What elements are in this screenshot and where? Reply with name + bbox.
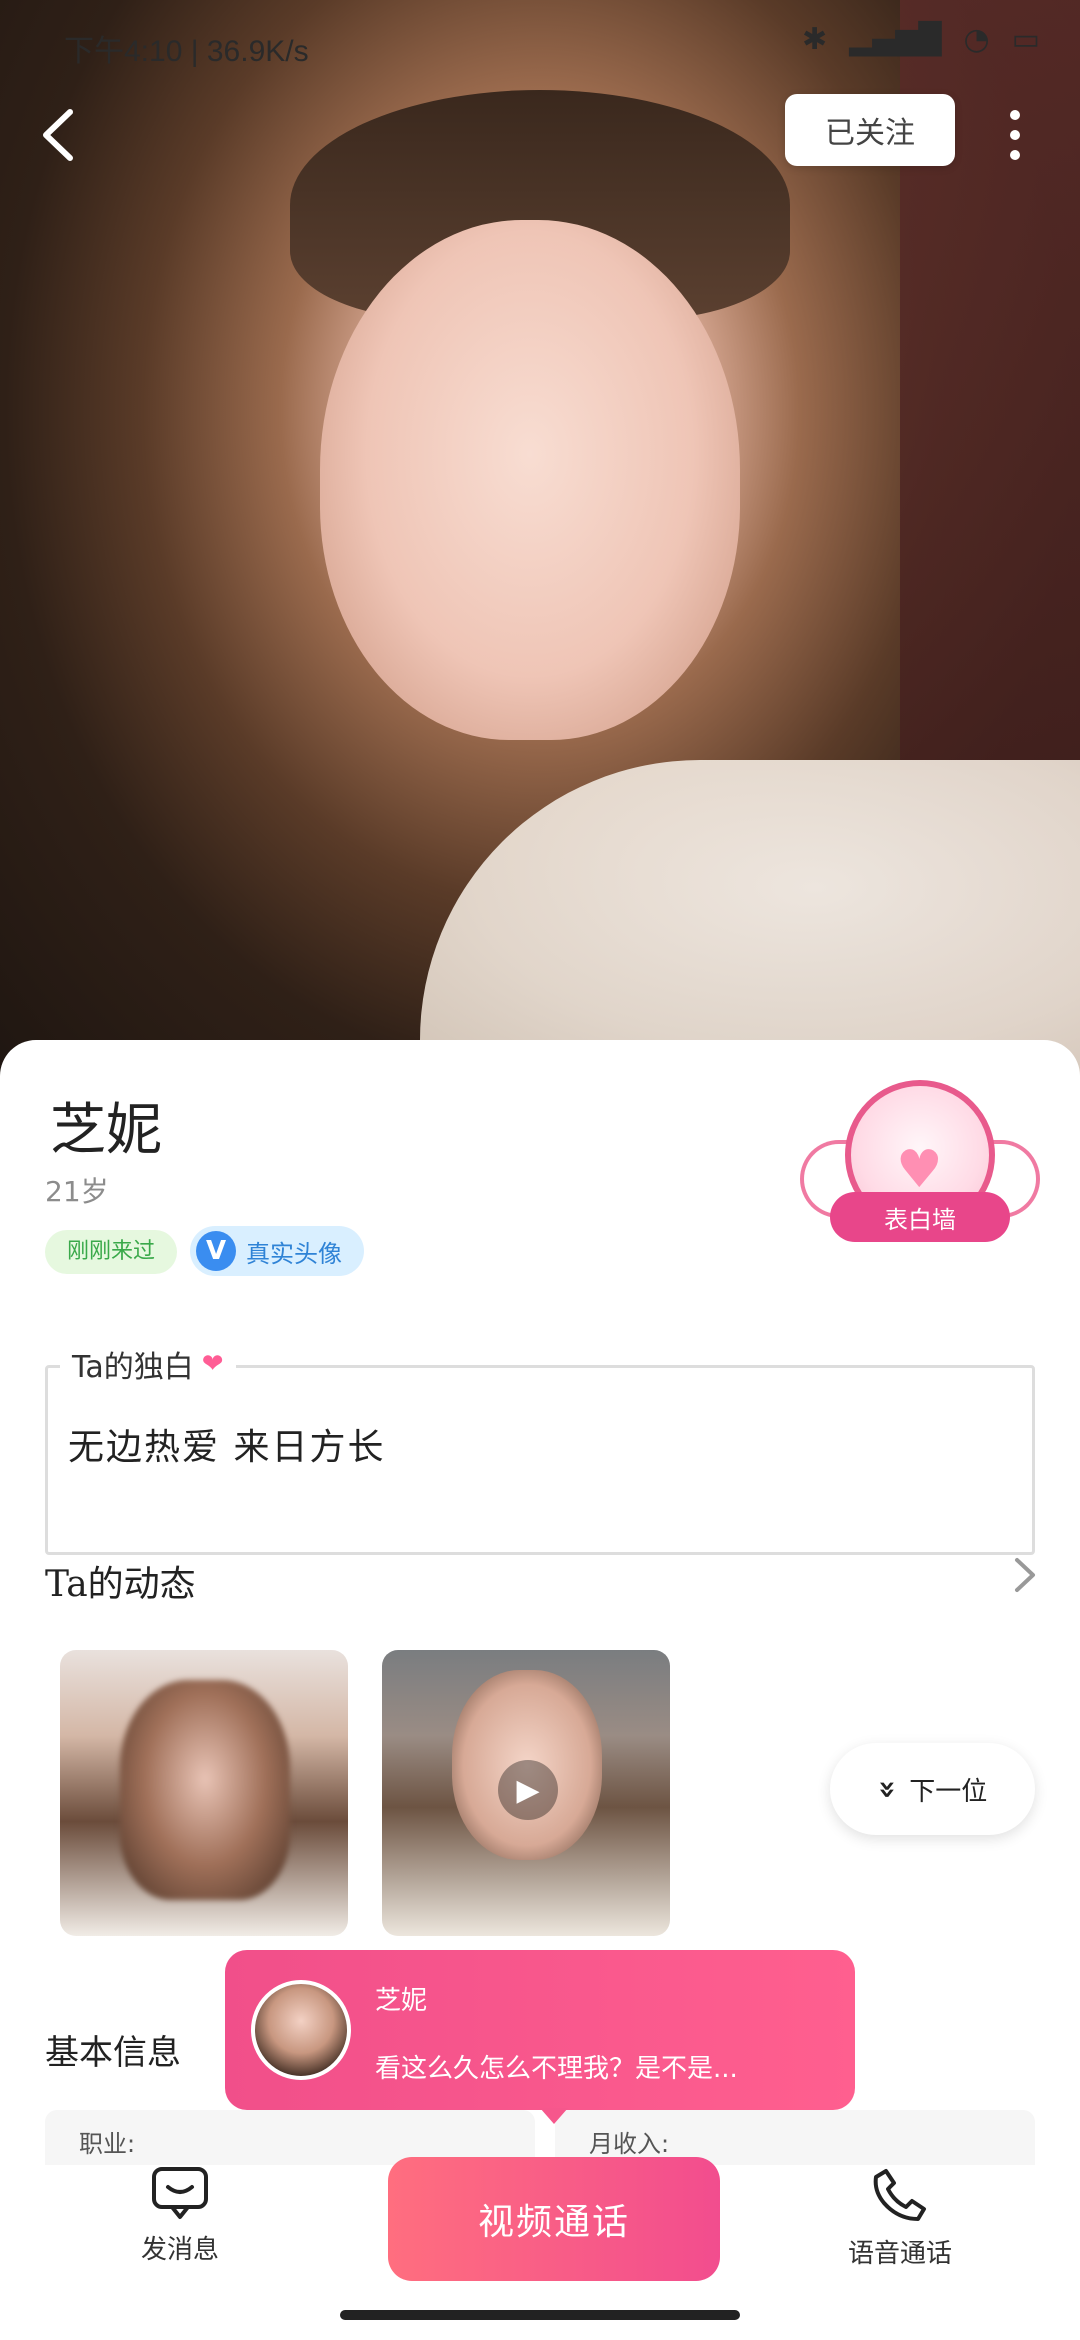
hero-face bbox=[320, 220, 740, 740]
voice-call-button[interactable]: 语音通话 bbox=[835, 2165, 965, 2315]
confession-wall-button[interactable]: ♥ 表白墙 bbox=[800, 1080, 1040, 1280]
heart-icon: ♥ bbox=[896, 1140, 943, 1200]
toast-message: 看这么久怎么不理我？是不是... bbox=[375, 2054, 738, 2084]
message-bubble-icon bbox=[152, 2167, 208, 2219]
wifi-icon: ◔ bbox=[963, 22, 990, 57]
moment-photo-1[interactable] bbox=[60, 1650, 348, 1936]
verified-avatar-tag: V 真实头像 bbox=[190, 1226, 364, 1276]
income-label: 月收入: bbox=[589, 2130, 670, 2158]
home-indicator bbox=[340, 2310, 740, 2320]
monologue-box: Ta的独白 ❤ 无边热爱 来日方长 bbox=[45, 1342, 1035, 1555]
monologue-text: 无边热爱 来日方长 bbox=[68, 1427, 386, 1468]
job-label: 职业: bbox=[79, 2130, 136, 2158]
profile-name: 芝妮 bbox=[50, 1098, 162, 1163]
status-bar: 下午4:10 | 36.9K/s ✱ ▂▄▆█ ◔ ▭ bbox=[0, 0, 1080, 90]
video-call-button[interactable]: 视频通话 bbox=[388, 2157, 720, 2281]
chevron-right-icon bbox=[1015, 1558, 1035, 1592]
verified-icon: V bbox=[196, 1231, 236, 1271]
moment-photo-1-content bbox=[120, 1680, 290, 1900]
back-button[interactable] bbox=[28, 100, 98, 170]
moment-video-1[interactable]: ▶ bbox=[382, 1650, 670, 1936]
basic-info-title: 基本信息 bbox=[45, 2033, 181, 2073]
send-message-button[interactable]: 发消息 bbox=[120, 2165, 240, 2315]
avatar bbox=[251, 1980, 351, 2080]
confession-wall-label: 表白墙 bbox=[830, 1192, 1010, 1242]
moments-title: Ta的动态 bbox=[45, 1564, 196, 1605]
message-toast[interactable]: 芝妮 看这么久怎么不理我？是不是... bbox=[225, 1950, 855, 2124]
verified-label: 真实头像 bbox=[246, 1239, 342, 1268]
battery-icon: ▭ bbox=[1011, 22, 1040, 57]
more-button[interactable] bbox=[990, 100, 1040, 170]
back-arrow-icon bbox=[43, 109, 73, 161]
next-label: 下一位 bbox=[909, 1776, 988, 1807]
play-icon: ▶ bbox=[498, 1760, 558, 1820]
hearts-icon: ❤ bbox=[201, 1349, 224, 1379]
next-profile-button[interactable]: » 下一位 bbox=[830, 1743, 1035, 1835]
double-chevron-down-icon: » bbox=[869, 1779, 905, 1799]
profile-age: 21岁 bbox=[45, 1175, 109, 1208]
send-message-label: 发消息 bbox=[140, 2235, 219, 2265]
bluetooth-icon: ✱ bbox=[802, 22, 828, 57]
hero-coat bbox=[420, 760, 1080, 1080]
follow-button[interactable]: 已关注 bbox=[785, 94, 955, 166]
toast-sender-name: 芝妮 bbox=[375, 1986, 428, 2016]
monologue-title: Ta的独白 ❤ bbox=[60, 1342, 236, 1386]
top-bar: 已关注 bbox=[0, 80, 1080, 200]
moments-more-button[interactable] bbox=[1005, 1550, 1045, 1600]
phone-icon bbox=[873, 2169, 926, 2221]
status-icons: ✱ ▂▄▆█ ◔ ▭ bbox=[802, 22, 1040, 57]
more-vertical-icon bbox=[1010, 110, 1020, 120]
profile-card: 芝妮 21岁 刚刚来过 V 真实头像 ♥ 表白墙 Ta的独白 ❤ 无边热爱 来日… bbox=[0, 1040, 1080, 2340]
status-time: 下午4:10 | 36.9K/s bbox=[64, 35, 309, 68]
signal-icon: ▂▄▆█ bbox=[849, 22, 942, 57]
voice-call-label: 语音通话 bbox=[847, 2239, 952, 2269]
recent-visit-tag: 刚刚来过 bbox=[45, 1230, 178, 1274]
